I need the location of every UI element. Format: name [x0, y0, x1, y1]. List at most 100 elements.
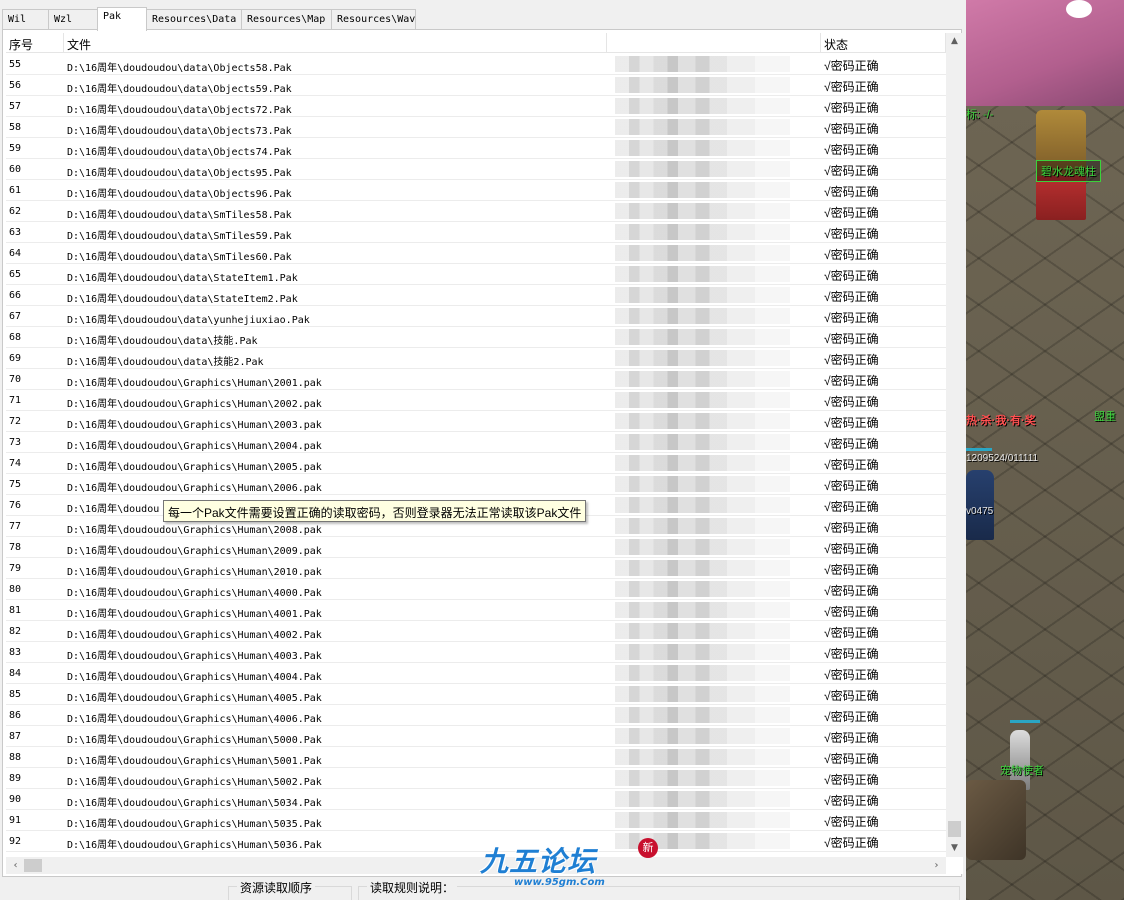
row-password-redacted[interactable]: [607, 579, 821, 599]
table-row[interactable]: 61 D:\16周年\doudoudou\data\Objects96.Pak √密…: [6, 180, 946, 201]
table-row[interactable]: 64 D:\16周年\doudoudou\data\SmTiles60.Pak √密…: [6, 243, 946, 264]
row-password-redacted[interactable]: [607, 96, 821, 116]
tab-resources-map[interactable]: Resources\Map: [241, 9, 332, 29]
vertical-scroll-thumb[interactable]: [948, 821, 961, 837]
table-row[interactable]: 58 D:\16周年\doudoudou\data\Objects73.Pak √密…: [6, 117, 946, 138]
tab-pak[interactable]: Pak: [97, 7, 147, 31]
row-password-redacted[interactable]: [607, 726, 821, 746]
table-row[interactable]: 90 D:\16周年\doudoudou\Graphics\Human\5034.…: [6, 789, 946, 810]
column-header-status[interactable]: 状态: [821, 33, 946, 53]
table-row[interactable]: 68 D:\16周年\doudoudou\data\技能.Pak √密码正确: [6, 327, 946, 348]
table-row[interactable]: 71 D:\16周年\doudoudou\Graphics\Human\2002.…: [6, 390, 946, 411]
column-header-seq[interactable]: 序号: [6, 33, 64, 53]
table-row[interactable]: 72 D:\16周年\doudoudou\Graphics\Human\2003.…: [6, 411, 946, 432]
table-row[interactable]: 55 D:\16周年\doudoudou\data\Objects58.Pak √密…: [6, 54, 946, 75]
row-password-redacted[interactable]: [607, 306, 821, 326]
row-password-redacted[interactable]: [607, 768, 821, 788]
vertical-scrollbar[interactable]: ▲ ▼: [946, 33, 963, 857]
table-row[interactable]: 75 D:\16周年\doudoudou\Graphics\Human\2006.…: [6, 474, 946, 495]
row-password-redacted[interactable]: [607, 159, 821, 179]
row-password-redacted[interactable]: [607, 222, 821, 242]
table-row[interactable]: 60 D:\16周年\doudoudou\data\Objects95.Pak √密…: [6, 159, 946, 180]
row-password-redacted[interactable]: [607, 285, 821, 305]
row-password-redacted[interactable]: [607, 747, 821, 767]
table-row[interactable]: 91 D:\16周年\doudoudou\Graphics\Human\5035.…: [6, 810, 946, 831]
table-row[interactable]: 57 D:\16周年\doudoudou\data\Objects72.Pak √密…: [6, 96, 946, 117]
row-seq: 73: [9, 437, 22, 448]
row-status: √密码正确: [824, 164, 879, 178]
table-row[interactable]: 79 D:\16周年\doudoudou\Graphics\Human\2010.…: [6, 558, 946, 579]
tab-resources-data[interactable]: Resources\Data: [146, 9, 242, 29]
table-row[interactable]: 74 D:\16周年\doudoudou\Graphics\Human\2005.…: [6, 453, 946, 474]
table-row[interactable]: 78 D:\16周年\doudoudou\Graphics\Human\2009.…: [6, 537, 946, 558]
table-row[interactable]: 59 D:\16周年\doudoudou\data\Objects74.Pak √密…: [6, 138, 946, 159]
redacted-password-blur: [615, 581, 790, 597]
tab-wzl[interactable]: Wzl: [48, 9, 98, 29]
table-row[interactable]: 89 D:\16周年\doudoudou\Graphics\Human\5002.…: [6, 768, 946, 789]
row-password-redacted[interactable]: [607, 705, 821, 725]
row-password-redacted[interactable]: [607, 558, 821, 578]
row-password-redacted[interactable]: [607, 474, 821, 494]
table-row[interactable]: 88 D:\16周年\doudoudou\Graphics\Human\5001.…: [6, 747, 946, 768]
scroll-right-icon[interactable]: ›: [929, 857, 944, 874]
row-password-redacted[interactable]: [607, 201, 821, 221]
row-password-redacted[interactable]: [607, 264, 821, 284]
table-row[interactable]: 86 D:\16周年\doudoudou\Graphics\Human\4006.…: [6, 705, 946, 726]
scroll-down-icon[interactable]: ▼: [946, 840, 963, 857]
table-row[interactable]: 65 D:\16周年\doudoudou\data\StateItem1.Pak √…: [6, 264, 946, 285]
table-row[interactable]: 84 D:\16周年\doudoudou\Graphics\Human\4004.…: [6, 663, 946, 684]
table-row[interactable]: 70 D:\16周年\doudoudou\Graphics\Human\2001.…: [6, 369, 946, 390]
table-row[interactable]: 87 D:\16周年\doudoudou\Graphics\Human\5000.…: [6, 726, 946, 747]
row-password-redacted[interactable]: [607, 495, 821, 515]
row-password-redacted[interactable]: [607, 180, 821, 200]
column-header-password[interactable]: [607, 33, 821, 53]
table-row[interactable]: 67 D:\16周年\doudoudou\data\yunhejiuxiao.Pa…: [6, 306, 946, 327]
row-password-redacted[interactable]: [607, 663, 821, 683]
row-password-redacted[interactable]: [607, 390, 821, 410]
row-password-redacted[interactable]: [607, 411, 821, 431]
row-file-path: D:\16周年\doudoudou\data\Objects73.Pak: [67, 126, 292, 137]
table-row[interactable]: 56 D:\16周年\doudoudou\data\Objects59.Pak √密…: [6, 75, 946, 96]
row-password-redacted[interactable]: [607, 684, 821, 704]
row-password-redacted[interactable]: [607, 432, 821, 452]
row-password-redacted[interactable]: [607, 600, 821, 620]
row-file-path: D:\16周年\doudoudou\Graphics\Human\5035.Pa…: [67, 819, 322, 830]
table-row[interactable]: 66 D:\16周年\doudoudou\data\StateItem2.Pak √…: [6, 285, 946, 306]
tab-wil[interactable]: Wil: [2, 9, 49, 29]
table-row[interactable]: 85 D:\16周年\doudoudou\Graphics\Human\4005.…: [6, 684, 946, 705]
row-password-redacted[interactable]: [607, 621, 821, 641]
row-password-redacted[interactable]: [607, 810, 821, 830]
table-row[interactable]: 63 D:\16周年\doudoudou\data\SmTiles59.Pak √密…: [6, 222, 946, 243]
table-row[interactable]: 83 D:\16周年\doudoudou\Graphics\Human\4003.…: [6, 642, 946, 663]
scroll-up-icon[interactable]: ▲: [946, 33, 963, 50]
table-row[interactable]: 80 D:\16周年\doudoudou\Graphics\Human\4000.…: [6, 579, 946, 600]
tab-resources-wav[interactable]: Resources\Wav: [331, 9, 416, 29]
row-password-redacted[interactable]: [607, 348, 821, 368]
row-password-redacted[interactable]: [607, 54, 821, 74]
row-password-redacted[interactable]: [607, 642, 821, 662]
row-seq: 71: [9, 395, 22, 406]
scroll-left-icon[interactable]: ‹: [8, 857, 23, 874]
pak-file-list[interactable]: 序号 文件 状态 55 D:\16周年\doudoudou\data\Object…: [6, 33, 963, 874]
row-file-path: D:\16周年\doudoudou\data\SmTiles58.Pak: [67, 210, 292, 221]
row-password-redacted[interactable]: [607, 537, 821, 557]
horizontal-scroll-thumb[interactable]: [24, 859, 42, 872]
row-seq: 69: [9, 353, 22, 364]
row-password-redacted[interactable]: [607, 369, 821, 389]
redacted-password-blur: [615, 770, 790, 786]
row-password-redacted[interactable]: [607, 138, 821, 158]
column-header-file[interactable]: 文件: [64, 33, 607, 53]
row-password-redacted[interactable]: [607, 789, 821, 809]
row-password-redacted[interactable]: [607, 516, 821, 536]
table-row[interactable]: 82 D:\16周年\doudoudou\Graphics\Human\4002.…: [6, 621, 946, 642]
row-password-redacted[interactable]: [607, 117, 821, 137]
row-password-redacted[interactable]: [607, 453, 821, 473]
row-password-redacted[interactable]: [607, 327, 821, 347]
row-password-redacted[interactable]: [607, 75, 821, 95]
table-row[interactable]: 81 D:\16周年\doudoudou\Graphics\Human\4001.…: [6, 600, 946, 621]
table-row[interactable]: 69 D:\16周年\doudoudou\data\技能2.Pak √密码正确: [6, 348, 946, 369]
table-row[interactable]: 62 D:\16周年\doudoudou\data\SmTiles58.Pak √密…: [6, 201, 946, 222]
row-password-redacted[interactable]: [607, 243, 821, 263]
table-row[interactable]: 73 D:\16周年\doudoudou\Graphics\Human\2004.…: [6, 432, 946, 453]
row-seq: 82: [9, 626, 22, 637]
